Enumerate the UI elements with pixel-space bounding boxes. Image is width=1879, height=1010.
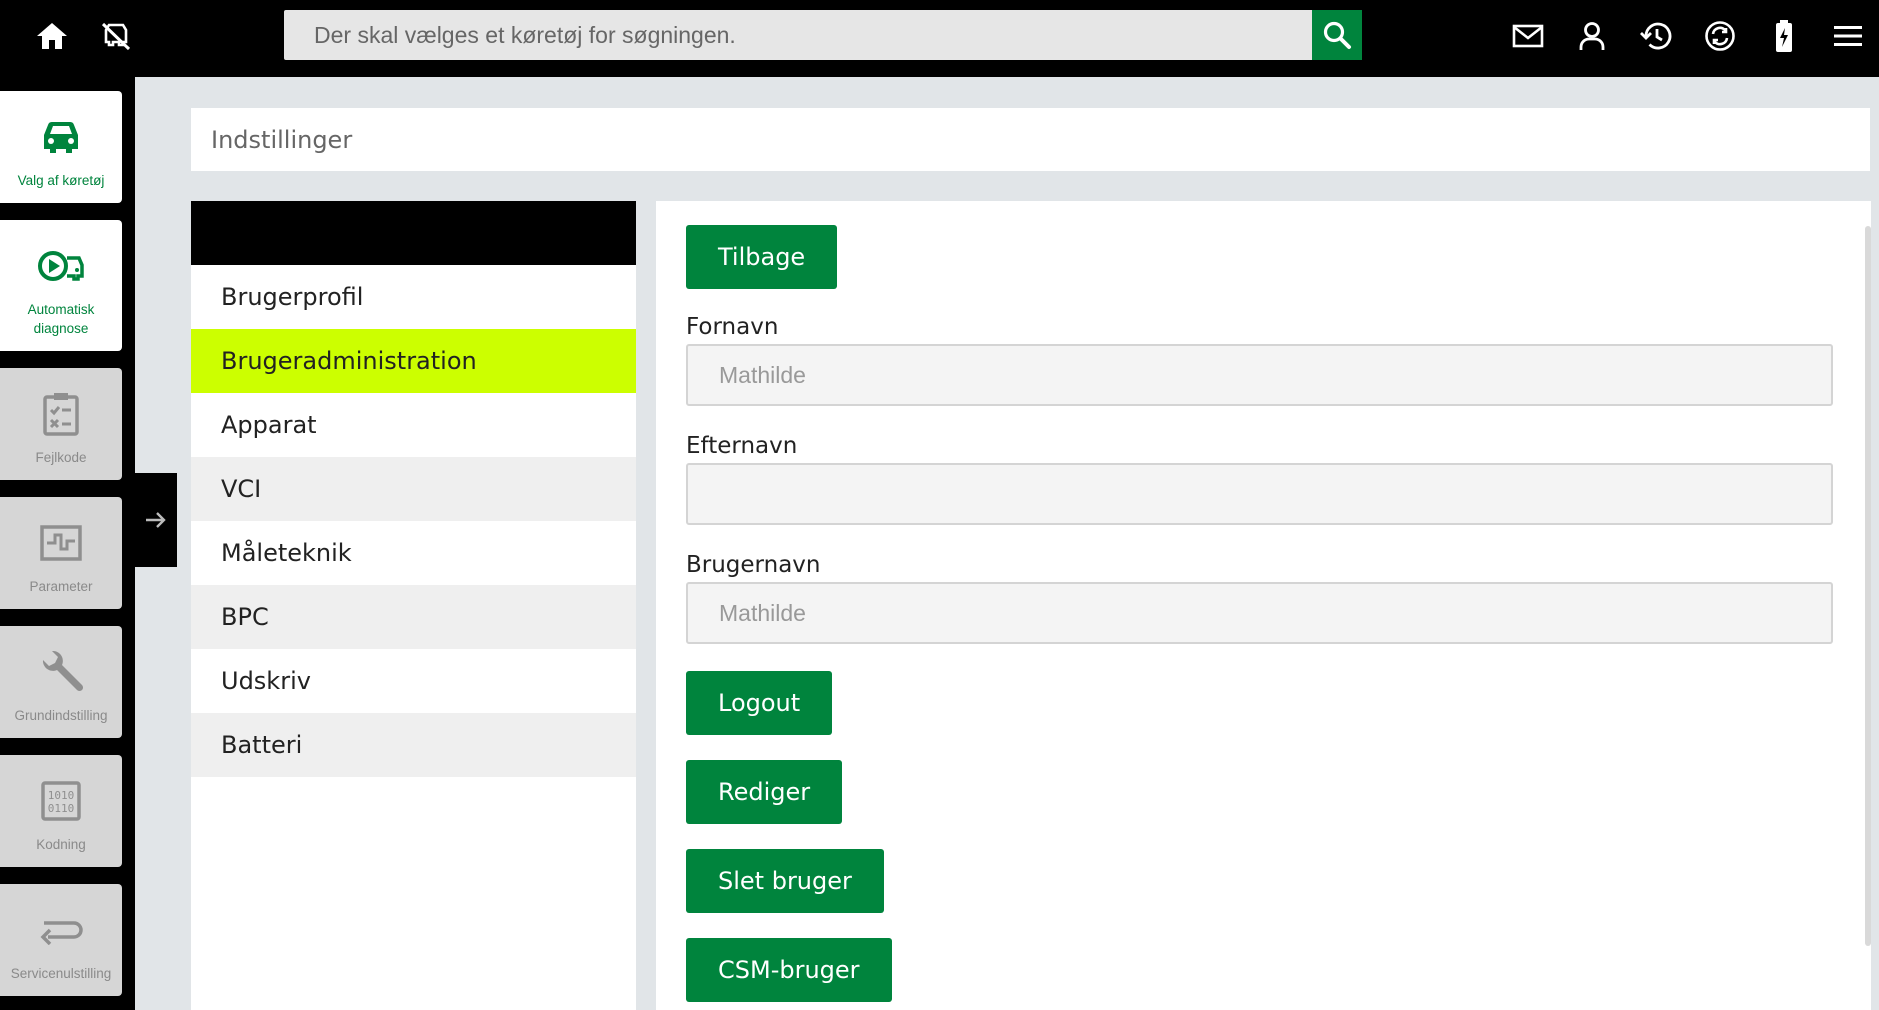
parameter-icon <box>39 515 83 571</box>
delete-user-button[interactable]: Slet bruger <box>686 849 884 913</box>
sidebar-item-label: Servicenulstilling <box>10 966 112 981</box>
sidebar-item-label: Valg af køretøj <box>17 173 105 188</box>
username-label: Brugernavn <box>686 552 821 578</box>
menu-item-bpc[interactable]: BPC <box>191 585 636 649</box>
svg-text:1010: 1010 <box>48 789 75 802</box>
page-header: Indstillinger <box>191 108 1870 171</box>
menu-item-vci[interactable]: VCI <box>191 457 636 521</box>
return-arrow-icon <box>38 902 84 958</box>
sidebar-item-label: Grundindstilling <box>14 708 108 723</box>
wrench-icon <box>37 644 85 700</box>
menu-item-print[interactable]: Udskriv <box>191 649 636 713</box>
history-icon[interactable] <box>1634 14 1678 58</box>
home-icon[interactable] <box>30 14 74 58</box>
sidebar-item-label: Fejlkode <box>35 450 87 465</box>
sidebar-item-label: Parameter <box>29 579 93 594</box>
edit-button[interactable]: Rediger <box>686 760 843 824</box>
lastname-label: Efternavn <box>686 433 798 459</box>
sidebar-item-label: Kodning <box>36 837 86 852</box>
left-sidebar: Valg af køretøj Automatisk diagnose Fejl… <box>0 77 135 1010</box>
menu-item-battery[interactable]: Batteri <box>191 713 636 777</box>
sidebar-item-vehicle-selection[interactable]: Valg af køretøj <box>0 91 122 203</box>
user-admin-panel: Tilbage Fornavn Mathilde Efternavn Bruge… <box>656 201 1871 1010</box>
username-field[interactable]: Mathilde <box>686 582 1833 644</box>
arrow-right-icon <box>146 512 166 528</box>
menu-item-device[interactable]: Apparat <box>191 393 636 457</box>
mail-icon[interactable] <box>1506 14 1550 58</box>
page-title: Indstillinger <box>211 125 353 154</box>
firstname-label: Fornavn <box>686 314 779 340</box>
expand-sidebar-button[interactable] <box>135 473 177 567</box>
settings-menu: Brugerprofil Brugeradministration Appara… <box>191 201 636 1010</box>
user-icon[interactable] <box>1570 14 1614 58</box>
sync-icon[interactable] <box>1698 14 1742 58</box>
sidebar-item-basic-setting[interactable]: Grundindstilling <box>0 626 122 738</box>
search-input[interactable]: Der skal vælges et køretøj for søgningen… <box>284 10 1313 60</box>
sidebar-item-label: Automatisk diagnose <box>27 302 95 336</box>
sidebar-item-coding[interactable]: 1010 0110 Kodning <box>0 755 122 867</box>
menu-item-measurement[interactable]: Måleteknik <box>191 521 636 585</box>
top-bar: Der skal vælges et køretøj for søgningen… <box>0 0 1879 77</box>
firstname-field[interactable]: Mathilde <box>686 344 1833 406</box>
sidebar-item-service-reset[interactable]: Servicenulstilling <box>0 884 122 996</box>
menu-icon[interactable] <box>1826 14 1870 58</box>
binary-icon: 1010 0110 <box>41 773 81 829</box>
menu-item-user-profile[interactable]: Brugerprofil <box>191 265 636 329</box>
checklist-icon <box>41 386 81 442</box>
battery-icon[interactable] <box>1762 14 1806 58</box>
auto-diagnosis-icon <box>37 238 85 294</box>
settings-menu-header <box>191 201 636 265</box>
no-vehicle-icon[interactable] <box>94 14 138 58</box>
sidebar-item-automatic-diagnosis[interactable]: Automatisk diagnose <box>0 220 122 351</box>
sidebar-item-parameter[interactable]: Parameter <box>0 497 122 609</box>
search-icon <box>1323 21 1351 49</box>
lastname-field[interactable] <box>686 463 1833 525</box>
search-placeholder: Der skal vælges et køretøj for søgningen… <box>314 21 736 48</box>
sidebar-item-fault-code[interactable]: Fejlkode <box>0 368 122 480</box>
car-icon <box>40 109 82 165</box>
scrollbar[interactable] <box>1865 226 1871 946</box>
svg-text:0110: 0110 <box>48 802 75 815</box>
csm-user-button[interactable]: CSM-bruger <box>686 938 892 1002</box>
search-button[interactable] <box>1312 10 1362 60</box>
logout-button[interactable]: Logout <box>686 671 833 735</box>
back-button[interactable]: Tilbage <box>686 225 838 289</box>
menu-item-user-administration[interactable]: Brugeradministration <box>191 329 636 393</box>
